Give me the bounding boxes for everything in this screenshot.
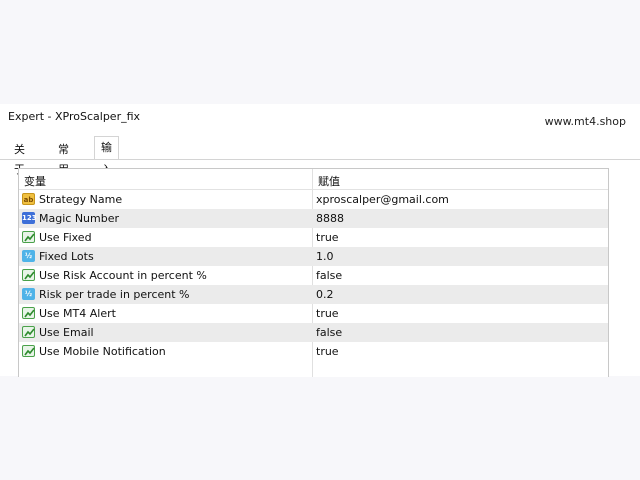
table-row[interactable]: ½ Fixed Lots 1.0 [19,247,608,266]
parameter-value[interactable]: true [316,307,339,320]
parameter-value[interactable]: 0.2 [316,288,334,301]
parameter-value[interactable]: 1.0 [316,250,334,263]
parameter-name: Use MT4 Alert [39,307,116,320]
table-row[interactable]: Use Risk Account in percent % false [19,266,608,285]
tab-inputs[interactable]: 输入参数 [94,136,119,220]
parameter-value[interactable]: 8888 [316,212,344,225]
double-type-icon: ½ [22,288,35,300]
boolean-type-icon [22,345,35,357]
double-type-icon: ½ [22,250,35,262]
table-row[interactable]: Use Mobile Notification true [19,342,608,361]
parameter-value[interactable]: true [316,231,339,244]
window-title: Expert - XProScalper_fix [8,110,141,123]
parameter-name: Fixed Lots [39,250,94,263]
table-row[interactable]: ab Strategy Name xproscalper@gmail.com [19,190,608,209]
expert-properties-window: Expert - XProScalper_fix www.mt4.shop 关于… [0,104,640,377]
parameter-name: Magic Number [39,212,120,225]
header-value[interactable]: 赋值 [318,173,340,189]
table-row[interactable]: ½ Risk per trade in percent % 0.2 [19,285,608,304]
parameter-name: Strategy Name [39,193,123,206]
tab-divider [0,159,640,160]
inputs-table: 变量 赋值 ab Strategy Name xproscalper@gmail.c… [18,168,609,377]
string-type-icon: ab [22,193,35,205]
table-header: 变量 赋值 [19,169,608,190]
table-row[interactable]: Use Email false [19,323,608,342]
header-variable[interactable]: 变量 [24,173,46,189]
integer-type-icon: 123 [22,212,37,224]
tab-common[interactable]: 常用 [52,140,75,176]
boolean-type-icon [22,326,35,338]
parameter-value[interactable]: true [316,345,339,358]
table-row[interactable]: 123 Magic Number 8888 [19,209,608,228]
parameter-value[interactable]: false [316,269,342,282]
parameter-name: Use Fixed [39,231,92,244]
table-row[interactable]: Use MT4 Alert true [19,304,608,323]
parameter-value[interactable]: xproscalper@gmail.com [316,193,449,206]
table-body: ab Strategy Name xproscalper@gmail.com 123 M… [19,190,608,361]
parameter-name: Use Risk Account in percent % [39,269,207,282]
table-row[interactable]: Use Fixed true [19,228,608,247]
boolean-type-icon [22,231,35,243]
parameter-value[interactable]: false [316,326,342,339]
parameter-name: Risk per trade in percent % [39,288,190,301]
parameter-name: Use Email [39,326,94,339]
tab-about[interactable]: 关于 [8,140,31,176]
boolean-type-icon [22,307,35,319]
boolean-type-icon [22,269,35,281]
parameter-name: Use Mobile Notification [39,345,166,358]
watermark-text: www.mt4.shop [544,115,626,128]
